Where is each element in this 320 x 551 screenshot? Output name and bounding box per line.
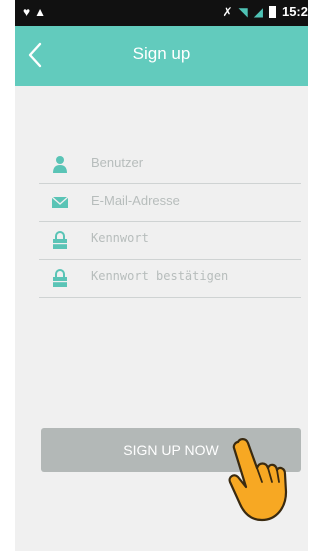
password-field xyxy=(39,221,301,260)
heart-icon: ♥ xyxy=(23,5,35,19)
password-input[interactable] xyxy=(91,231,296,245)
battery-icon xyxy=(268,5,276,18)
mail-icon xyxy=(51,196,69,208)
status-bar: ♥▲ ✗ ◥ ◢ 15:2 xyxy=(15,0,308,26)
muted-icon: ✗ xyxy=(222,4,233,19)
status-time: 15:2 xyxy=(281,4,308,19)
warning-icon: ▲ xyxy=(34,5,51,19)
wifi-icon: ◥ xyxy=(238,4,248,19)
page-title: Sign up xyxy=(132,44,191,63)
confirm-password-field xyxy=(39,259,301,298)
signal-icon: ◢ xyxy=(253,4,263,19)
user-icon xyxy=(53,156,67,173)
email-field xyxy=(39,183,301,222)
confirm-password-input[interactable] xyxy=(91,269,296,283)
username-input[interactable] xyxy=(91,155,296,170)
email-input[interactable] xyxy=(91,193,296,208)
status-left-icons: ♥▲ xyxy=(23,5,50,19)
app-bar: Sign up xyxy=(15,26,308,86)
lock-icon xyxy=(53,269,67,287)
pointing-hand-icon xyxy=(228,438,288,522)
lock-icon xyxy=(53,231,67,249)
username-field xyxy=(39,145,301,184)
status-right-icons: ✗ ◥ ◢ 15:2 xyxy=(222,4,308,19)
